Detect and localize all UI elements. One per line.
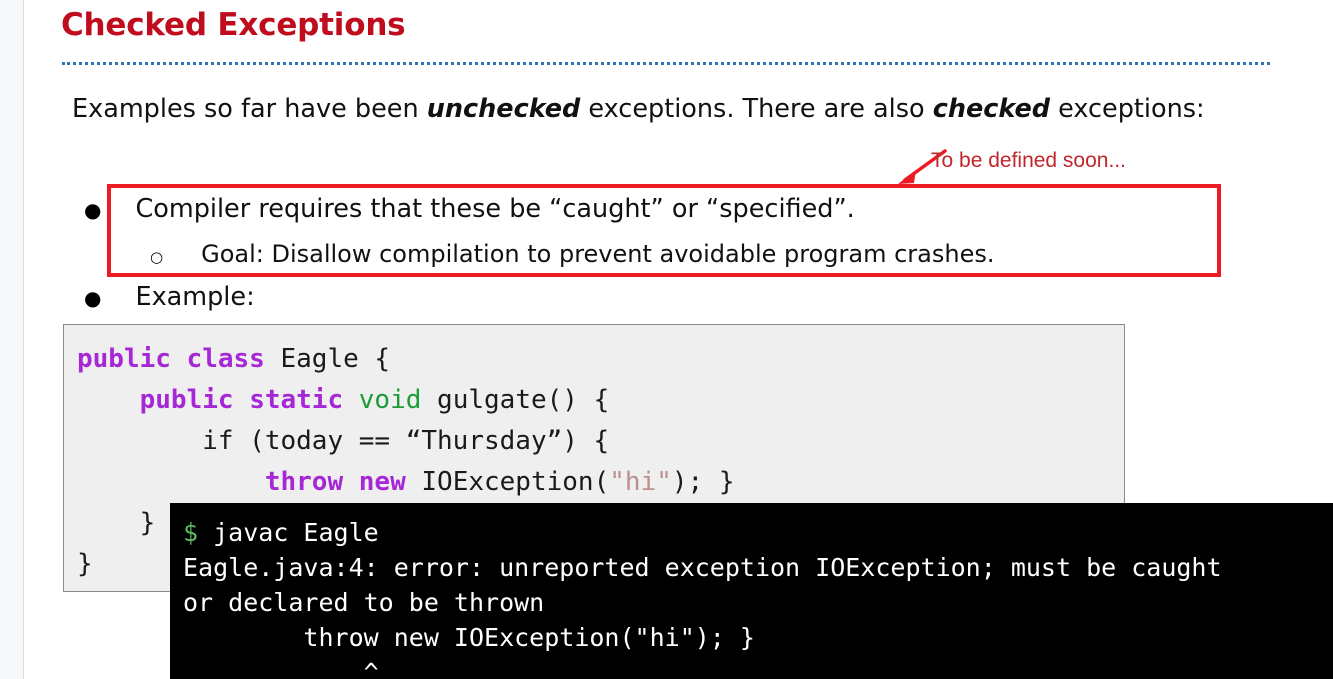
slide-viewer-left-rail [0, 0, 24, 679]
bullet-filled-icon: ● [84, 286, 102, 310]
terminal-output-line: or declared to be thrown [183, 588, 545, 617]
page-title: Checked Exceptions [61, 7, 406, 43]
bullet-item-example: ● Example: [84, 282, 255, 312]
terminal-command: javac Eagle [198, 518, 379, 547]
title-divider [62, 62, 1270, 65]
bullet-item-label: Example: [135, 282, 255, 312]
intro-text-part-2: exceptions. There are also [580, 94, 933, 124]
terminal-output-line: throw new IOException("hi"); } [183, 623, 755, 652]
intro-paragraph: Examples so far have been unchecked exce… [72, 88, 1247, 131]
intro-emphasis-checked: checked [932, 94, 1051, 124]
code-token: } [77, 508, 156, 538]
bullet-item-compiler-requires: ● Compiler requires that these be “caugh… [84, 194, 855, 224]
code-token: Eagle { [264, 344, 391, 374]
bullet-item-label: Compiler requires that these be “caught”… [135, 194, 855, 224]
code-token: if (today == “Thursday”) { [77, 426, 610, 456]
callout-annotation-label: To be defined soon... [931, 149, 1126, 172]
intro-emphasis-unchecked: unchecked [426, 94, 581, 124]
terminal-output-overlay: $ javac Eagle Eagle.java:4: error: unrep… [170, 503, 1333, 679]
code-token: void [358, 385, 422, 415]
terminal-output-line: Eagle.java:4: error: unreported exceptio… [183, 553, 1222, 582]
terminal-text: $ javac Eagle Eagle.java:4: error: unrep… [170, 503, 1333, 679]
bullet-item-goal: ○ Goal: Disallow compilation to prevent … [150, 240, 994, 268]
code-token: public class [77, 344, 265, 374]
code-token: public static [139, 385, 344, 415]
terminal-output-line: ^ [183, 658, 379, 679]
code-token: ); } [671, 467, 735, 497]
slide-canvas: Checked Exceptions Examples so far have … [25, 0, 1333, 679]
terminal-prompt-symbol: $ [183, 518, 199, 547]
code-token: "hi" [609, 467, 672, 497]
bullet-filled-icon: ● [84, 198, 102, 222]
intro-text-part-1: Examples so far have been [72, 94, 427, 124]
code-token: gulgate() { [421, 385, 610, 415]
bullet-hollow-icon: ○ [150, 248, 164, 266]
intro-text-part-3: exceptions: [1050, 94, 1205, 124]
code-token: IOException( [405, 467, 610, 497]
bullet-item-label: Goal: Disallow compilation to prevent av… [201, 240, 995, 268]
code-token: } [77, 549, 93, 579]
code-token: throw new [264, 467, 406, 497]
